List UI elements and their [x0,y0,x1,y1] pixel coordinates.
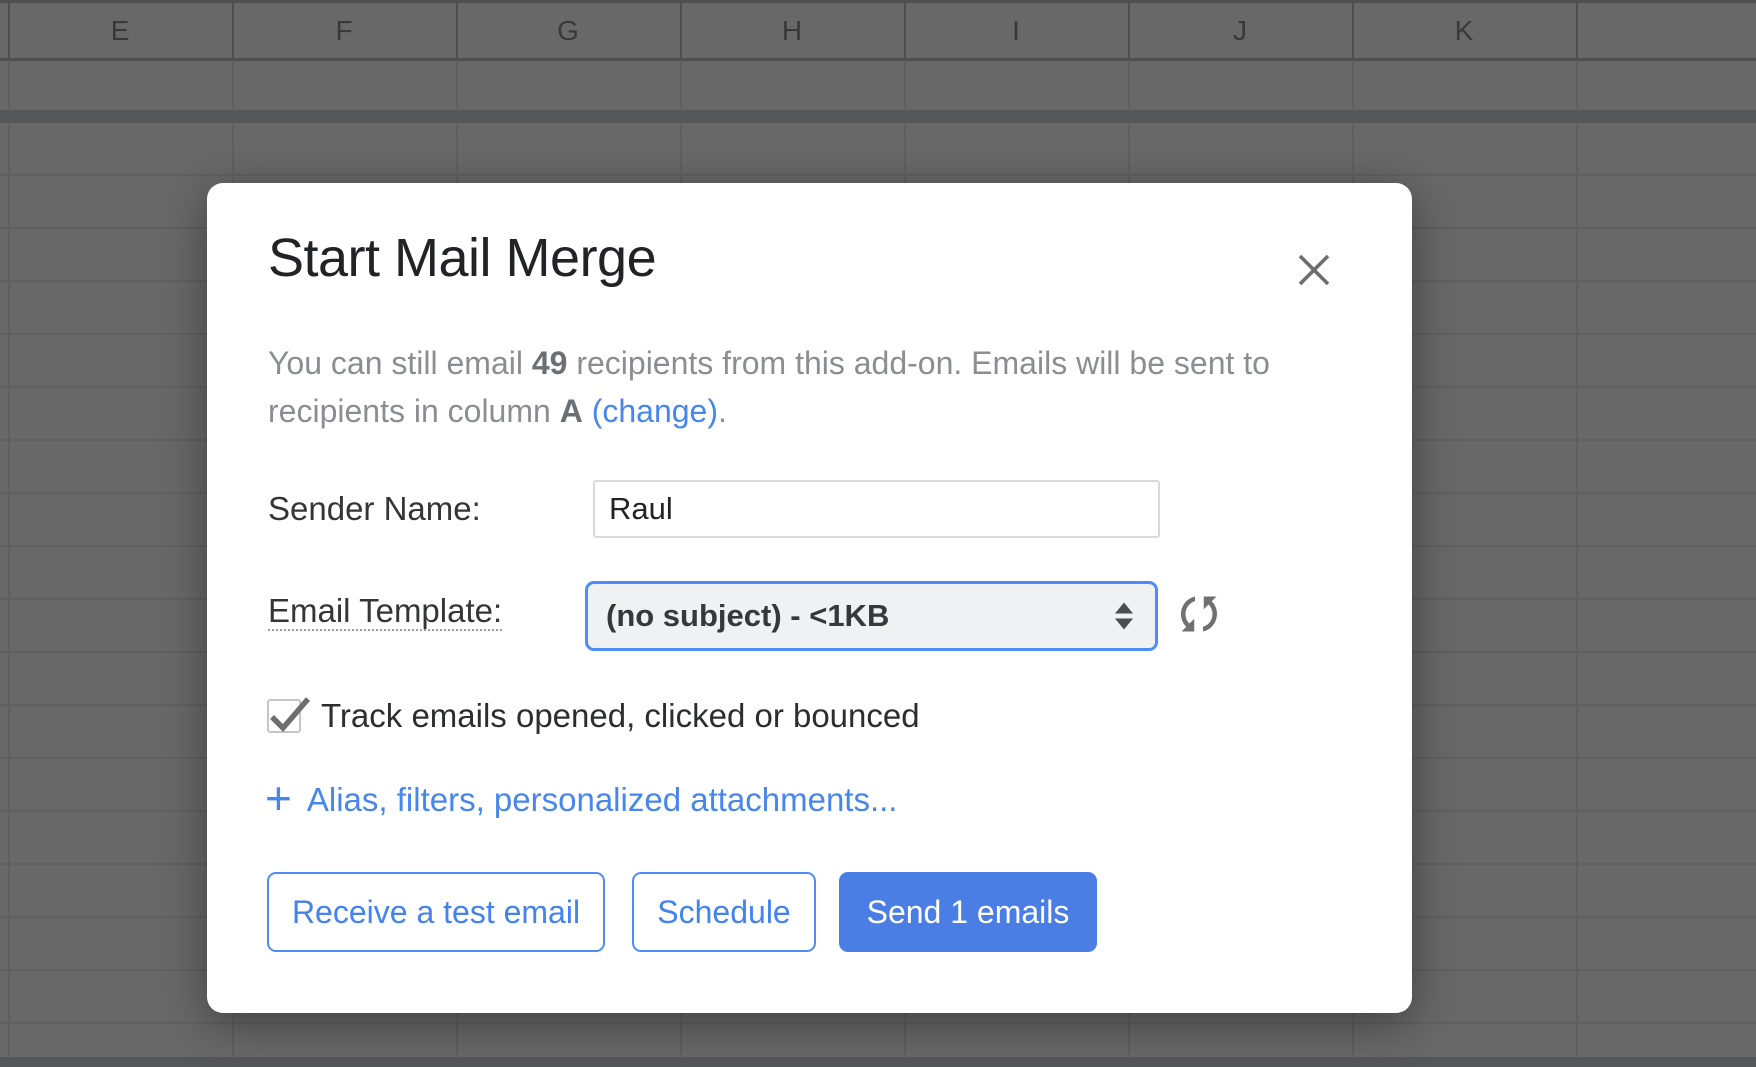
column-header-k: K [1454,14,1474,46]
close-icon [1297,253,1331,292]
checkmark-icon [266,689,314,742]
screen: E F G H I J K Start Mail Merge You can s… [0,0,1756,1067]
intro-segment: . [717,393,727,429]
tracking-row: Track emails opened, clicked or bounced [267,697,920,735]
column-header-g: G [557,14,579,46]
tracking-label[interactable]: Track emails opened, clicked or bounced [321,697,920,735]
column-header-row: E F G H I J K [8,3,1576,58]
email-template-select[interactable]: (no subject) - <1KB [585,581,1158,651]
refresh-templates-button[interactable] [1170,587,1228,645]
send-emails-button[interactable]: Send 1 emails [839,872,1097,952]
sender-name-label: Sender Name: [268,490,481,527]
tracking-checkbox[interactable] [267,697,311,733]
recipients-count: 49 [531,345,568,381]
start-mail-merge-dialog: Start Mail Merge You can still email 49 … [207,183,1412,1013]
sheet-bottom-divider [0,1057,1756,1067]
recipients-column: A [559,393,583,429]
dialog-title: Start Mail Merge [268,228,657,288]
alias-filters-label: Alias, filters, personalized attachments… [306,781,898,818]
alias-filters-link[interactable]: + Alias, filters, personalized attachmen… [265,775,898,821]
sender-name-input[interactable] [593,480,1160,538]
close-button[interactable] [1289,247,1339,297]
frozen-row-divider [0,110,1756,123]
schedule-button[interactable]: Schedule [632,872,816,952]
selected-template: (no subject) - <1KB [606,598,890,633]
intro-text: You can still email 49 recipients from t… [268,339,1353,435]
email-template-label: Email Template: [268,592,503,631]
column-header-f: F [335,14,353,46]
plus-icon: + [265,772,292,824]
column-header-j: J [1233,14,1247,46]
change-column-link[interactable]: (change) [592,393,718,429]
intro-segment: You can still email [268,345,532,381]
updown-arrows-icon [1115,602,1133,630]
column-header-e: E [110,14,130,46]
refresh-icon [1172,587,1226,646]
column-header-i: I [1012,14,1020,46]
receive-test-email-button[interactable]: Receive a test email [267,872,605,952]
column-header-h: H [781,14,803,46]
sheet-header-border [0,58,1756,61]
